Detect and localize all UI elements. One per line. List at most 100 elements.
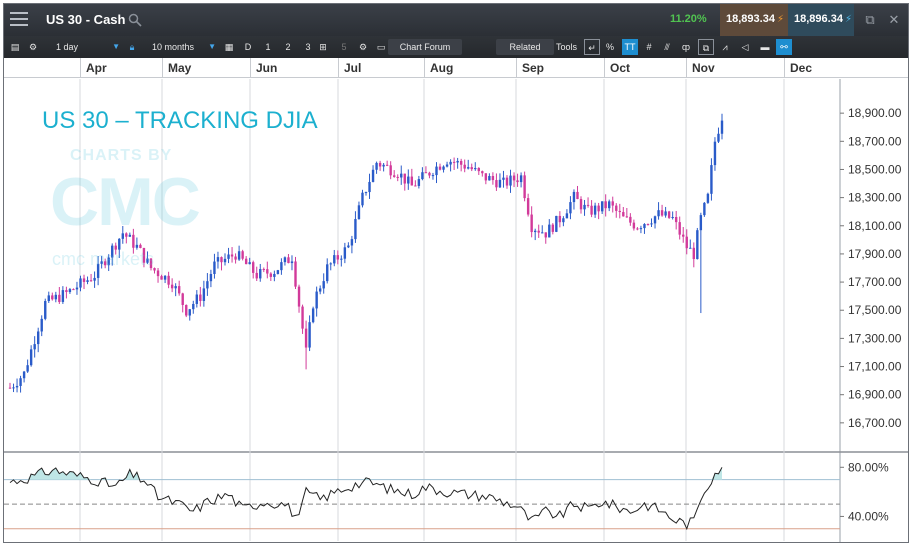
layout-icon[interactable]: ▤ [8, 39, 22, 55]
candle-body [544, 232, 547, 238]
candle-body [558, 215, 562, 223]
candle-body [667, 211, 671, 218]
close-icon[interactable]: ✕ [886, 12, 902, 28]
interval-value: 1 day [56, 42, 79, 52]
oscillator-tick-label: 80.00% [848, 460, 889, 474]
candle-icon[interactable]: ȹ [680, 39, 692, 55]
lock-icon[interactable]: 🔒︎ [126, 39, 138, 55]
period-button-1[interactable]: 1 [262, 39, 274, 55]
text-tool-button[interactable]: TT [622, 39, 638, 55]
candle-body [276, 270, 280, 274]
candle-body [530, 214, 533, 233]
candle-body [586, 204, 590, 206]
candle-body [597, 205, 600, 212]
candle-body [75, 287, 79, 290]
sell-price-button[interactable]: 18,893.34 ⚡ [720, 4, 788, 36]
candle-body [382, 164, 385, 167]
candle-body [336, 255, 340, 260]
candle-body [181, 293, 184, 305]
candle-body [551, 224, 555, 232]
chart-type-icon[interactable]: ⊞ [316, 39, 330, 55]
grid-icon[interactable]: # [642, 39, 656, 55]
candle-body [354, 219, 357, 240]
candle-body [590, 205, 593, 215]
price-tick-label: 17,100.00 [848, 360, 902, 374]
candle-body [622, 212, 625, 217]
print-icon[interactable]: ▬ [758, 39, 772, 55]
forum-icon[interactable]: ▭ [374, 39, 388, 55]
candle-body [167, 275, 170, 285]
month-label: Sep [516, 58, 604, 78]
period-button-3[interactable]: 3 [302, 39, 314, 55]
buy-price-button[interactable]: 18,896.34 ⚡ [788, 4, 854, 36]
candle-body [512, 175, 516, 181]
candle-body [188, 309, 191, 316]
candle-body [537, 230, 540, 233]
up-arrow-icon: ⚡ [844, 14, 852, 25]
candle-body [33, 344, 36, 350]
candle-body [318, 288, 322, 292]
candle-body [643, 224, 646, 229]
candle-body [505, 177, 509, 186]
candle-body [156, 270, 160, 277]
candle-body [519, 175, 523, 183]
candle-body [516, 180, 519, 183]
month-label: Oct [604, 58, 686, 78]
trendline-icon[interactable]: ⩘ [718, 39, 732, 55]
candle-body [206, 281, 209, 289]
candle-body [357, 205, 361, 220]
related-button[interactable]: Related [496, 39, 554, 55]
interval-select[interactable]: 1 day ▼ [56, 40, 120, 54]
candle-body [600, 201, 604, 212]
candle-body [660, 210, 664, 216]
gear-icon[interactable]: ⚙ [26, 39, 40, 55]
candle-body [438, 166, 442, 170]
period-button-2[interactable]: 2 [282, 39, 294, 55]
candle-body [481, 171, 484, 174]
window-icon[interactable]: ⧉ [698, 39, 714, 55]
candle-body [304, 328, 308, 348]
candle-body [699, 215, 703, 231]
candle-body [297, 286, 301, 307]
candle-body [526, 198, 530, 215]
candle-body [262, 269, 265, 271]
candle-body [230, 254, 234, 257]
candle-body [569, 202, 572, 214]
month-label: Dec [784, 58, 840, 78]
calendar-icon[interactable]: ▦ [222, 39, 236, 55]
candle-body [541, 232, 544, 234]
candle-body [421, 172, 424, 180]
share-icon[interactable]: ⚯ [776, 39, 792, 55]
candle-body [502, 177, 505, 180]
candle-body [269, 273, 273, 277]
shape-icon[interactable]: ◁ [738, 39, 752, 55]
hamburger-menu-icon[interactable] [10, 12, 28, 28]
chart-forum-button[interactable]: Chart Forum [388, 39, 462, 55]
candle-body [347, 245, 350, 248]
candle-body [696, 230, 699, 260]
candle-body [653, 216, 657, 224]
candle-body [220, 257, 223, 263]
period-button-d[interactable]: D [242, 39, 254, 55]
candle-body [19, 378, 22, 386]
candle-body [311, 308, 315, 323]
candle-body [280, 262, 283, 271]
search-icon[interactable] [128, 13, 142, 27]
candle-body [706, 193, 710, 203]
popout-window-icon[interactable]: ⧉ [862, 12, 878, 28]
candle-body [593, 205, 597, 215]
fibonacci-icon[interactable]: ⫻ [660, 39, 674, 55]
chart-area[interactable]: 18,900.00 18,700.00 18,500.00 18,300.00 18,1… [4, 79, 908, 542]
settings-gear-icon[interactable]: ⚙ [356, 39, 370, 55]
percent-button[interactable]: % [604, 39, 616, 55]
candle-body [371, 169, 375, 182]
draw-arrow-icon[interactable]: ↵ [584, 39, 600, 55]
title-bar: US 30 - Cash 11.20% 18,893.34 ⚡ 18,896.34… [4, 4, 908, 36]
candle-body [202, 288, 206, 301]
candle-body [491, 175, 495, 181]
price-tick-label: 17,900.00 [848, 247, 902, 261]
range-select[interactable]: 10 months ▼ [152, 40, 216, 54]
candle-body [428, 172, 431, 176]
month-label: Jul [338, 58, 424, 78]
candle-body [400, 173, 403, 178]
